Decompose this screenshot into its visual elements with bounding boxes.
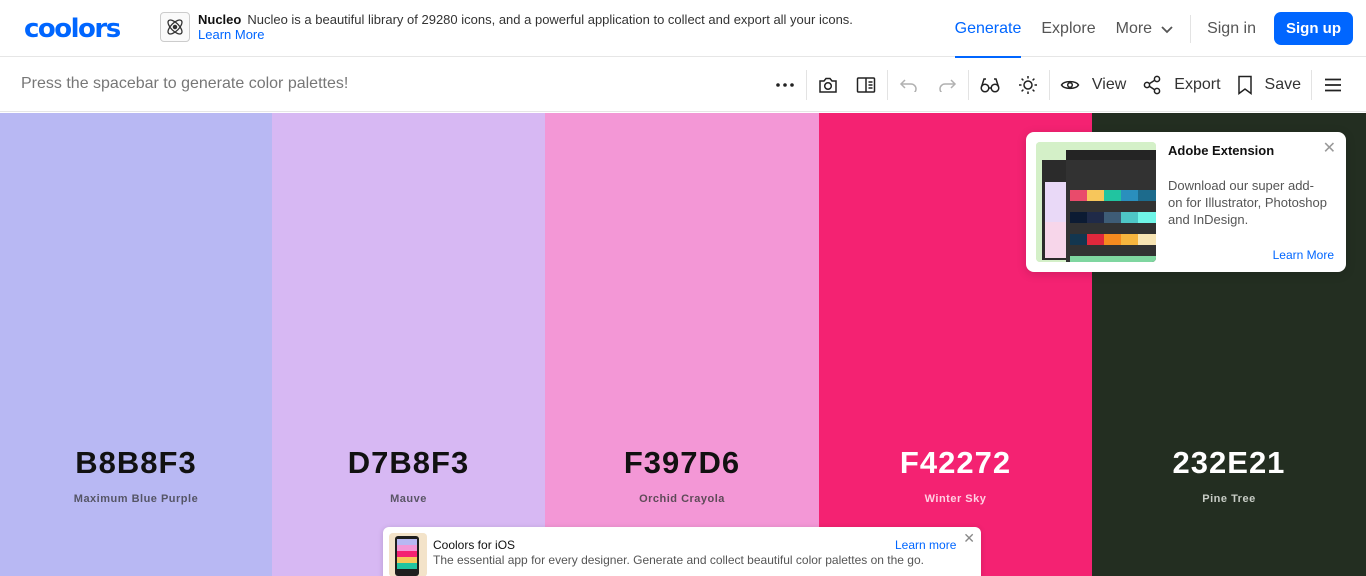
nav-divider [1190,14,1192,43]
camera-icon [819,77,837,93]
swatch-color-name: Pine Tree [1202,493,1256,505]
menu-button[interactable] [1314,66,1352,104]
screenshot-button[interactable] [809,66,847,104]
nav-generate[interactable]: Generate [945,0,1032,58]
view-button[interactable]: View [1052,66,1134,104]
redo-icon [939,78,956,92]
more-options-button[interactable] [766,66,804,104]
ellipsis-icon [776,82,794,87]
share-icon [1143,75,1161,94]
save-button[interactable]: Save [1229,66,1309,104]
popup-body: Download our super add-on for Illustrato… [1168,178,1327,227]
popup-learn-more-link[interactable]: Learn More [1273,248,1334,262]
color-swatch-3[interactable]: F397D6 Orchid Crayola [545,113,819,576]
color-swatch-1[interactable]: B8B8F3 Maximum Blue Purple [0,113,272,576]
coolors-logo[interactable]: coolors [24,14,121,44]
swatch-hex[interactable]: D7B8F3 [272,445,545,481]
redo-button[interactable] [928,66,966,104]
generator-toolbar: Press the spacebar to generate color pal… [0,57,1366,112]
toolbar-divider [1311,69,1312,100]
swatch-color-name: Mauve [390,493,427,505]
undo-button[interactable] [890,66,928,104]
ios-app-banner: Coolors for iOS The essential app for ev… [383,527,981,576]
swatch-hex[interactable]: F42272 [819,445,1092,481]
nucleo-logo-icon [160,12,190,42]
spacebar-hint: Press the spacebar to generate color pal… [21,75,349,92]
toolbar-divider [1048,69,1050,100]
ios-banner-title: Coolors for iOS [433,538,516,552]
nav-sign-in[interactable]: Sign in [1197,0,1266,57]
glasses-icon [980,77,1000,93]
nav-explore[interactable]: Explore [1031,0,1105,57]
chevron-down-icon [1161,25,1173,33]
save-label: Save [1264,75,1301,93]
toolbar-actions: View Export Save [766,57,1352,112]
toolbar-divider [886,69,888,100]
close-icon[interactable]: ✕ [963,530,975,547]
nav-links: Generate Explore More Sign in Sign up [945,0,1366,58]
eye-icon [1060,80,1080,89]
ad-title: Nucleo [198,12,242,27]
color-swatch-2[interactable]: D7B8F3 Mauve [272,113,545,576]
ad-learn-more-link[interactable]: Learn More [198,27,918,42]
sun-icon [1018,75,1037,94]
sign-up-button[interactable]: Sign up [1274,12,1353,45]
toolbar-divider [805,69,807,100]
swatch-color-name: Maximum Blue Purple [73,493,199,505]
adjust-palette-button[interactable] [1009,66,1047,104]
swatch-hex[interactable]: 232E21 [1092,445,1366,481]
ios-app-preview-image [389,533,427,576]
swatch-hex[interactable]: F397D6 [545,445,819,481]
side-panel-icon [856,76,876,93]
view-label: View [1091,75,1127,93]
popup-title: Adobe Extension [1168,143,1275,158]
ad-text-block: Nucleo Nucleo is a beautiful library of 2… [198,12,918,42]
undo-icon [899,78,917,92]
color-blindness-button[interactable] [971,66,1009,104]
swatch-hex[interactable]: B8B8F3 [0,445,272,481]
toolbar-divider [967,69,969,100]
ios-learn-more-link[interactable]: Learn more [895,538,956,552]
hamburger-menu-icon [1325,78,1341,91]
ios-banner-body: The essential app for every designer. Ge… [433,553,924,567]
adobe-extension-preview-image [1036,142,1156,262]
sponsor-ad[interactable]: Nucleo Nucleo is a beautiful library of 2… [160,12,918,42]
toggle-panel-button[interactable] [847,66,885,104]
swatch-color-name: Orchid Crayola [639,493,725,505]
close-icon[interactable]: ✕ [1323,138,1336,158]
export-button[interactable]: Export [1134,66,1228,104]
top-navbar: coolors Nucleo Nucleo is a beautiful libr… [0,0,1366,58]
nav-more[interactable]: More [1106,0,1184,57]
adobe-extension-popup: Adobe Extension Download our super add-o… [1026,132,1346,272]
nav-more-label: More [1115,19,1153,37]
ad-description: Nucleo is a beautiful library of 29280 i… [247,12,853,27]
export-label: Export [1174,75,1221,93]
bookmark-icon [1237,75,1252,95]
swatch-color-name: Winter Sky [924,493,987,505]
